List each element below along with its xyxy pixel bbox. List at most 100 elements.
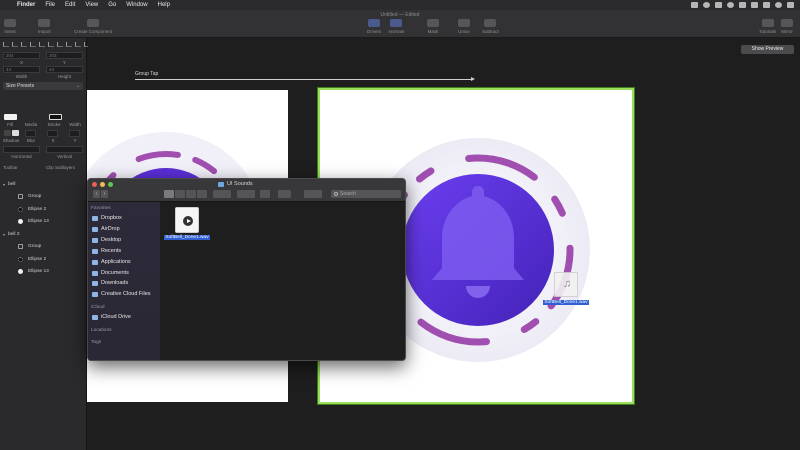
clock-status-icon[interactable]: [727, 2, 734, 8]
sidebar-item-creative-cloud[interactable]: Creative Cloud Files: [92, 289, 151, 299]
layer-row[interactable]: Ellipse 13: [0, 216, 87, 229]
share-button[interactable]: [260, 190, 270, 198]
search-input[interactable]: Search: [331, 190, 401, 198]
menu-finder[interactable]: Finder: [12, 2, 40, 8]
sidebar-item-desktop[interactable]: Desktop: [92, 235, 121, 245]
align-toolbar: [3, 42, 90, 47]
align-left-icon[interactable]: [3, 42, 9, 47]
shadow-x-field[interactable]: [47, 130, 58, 137]
forward-button[interactable]: ›: [101, 190, 108, 198]
layer-row[interactable]: Group: [0, 191, 87, 204]
group-tap-arrow: [135, 77, 475, 81]
import-icon: [38, 19, 51, 27]
align-extra-icon[interactable]: [75, 42, 81, 47]
finder-window[interactable]: UI Sounds ‹ › Search Favorites Dropbox A…: [87, 178, 406, 361]
horizontal-field[interactable]: [3, 146, 40, 153]
align-right-icon[interactable]: [21, 42, 27, 47]
align-top-icon[interactable]: [30, 42, 36, 47]
blur-field[interactable]: [25, 130, 36, 137]
disclosure-icon[interactable]: ▾: [3, 232, 5, 237]
layer-row[interactable]: Group: [0, 241, 87, 254]
tags-button[interactable]: [278, 190, 291, 198]
menu-view[interactable]: View: [80, 2, 103, 8]
toolbar-checkbox[interactable]: Toolbar: [3, 165, 40, 170]
menu-file[interactable]: File: [40, 2, 60, 8]
menu-window[interactable]: Window: [121, 2, 152, 8]
union-button[interactable]: Union: [458, 19, 470, 34]
import-button[interactable]: Import: [38, 19, 51, 34]
y-field[interactable]: 44: [46, 66, 83, 73]
search-status-icon[interactable]: [775, 2, 782, 8]
desktop-icon: [92, 237, 98, 243]
group-tap-label: Group Tap: [135, 71, 159, 77]
menu-help[interactable]: Help: [153, 2, 175, 8]
shadow-swatch[interactable]: [4, 130, 11, 136]
layer-row[interactable]: Ellipse 2: [0, 253, 87, 266]
menu-edit[interactable]: Edit: [60, 2, 80, 8]
creative-cloud-status-icon[interactable]: [703, 2, 710, 8]
sidebar-item-dropbox[interactable]: Dropbox: [92, 213, 122, 223]
create-component-button[interactable]: Create Component: [74, 19, 112, 34]
shadow-y-field[interactable]: [69, 130, 80, 137]
animate-button[interactable]: Animate: [388, 19, 405, 34]
shadow-color-swatch[interactable]: [12, 130, 19, 136]
file-name-label[interactable]: SoftBell_Done1.wav: [164, 235, 210, 241]
drivers-button[interactable]: Drivers: [367, 19, 381, 34]
group-by-button[interactable]: [213, 190, 231, 198]
height-field[interactable]: 203: [46, 52, 83, 59]
tutorials-button[interactable]: Tutorials: [759, 19, 776, 34]
fill-swatch[interactable]: [4, 114, 17, 120]
size-presets-select[interactable]: Size Presets ⌄: [3, 82, 83, 90]
finder-sidebar: Favorites Dropbox AirDrop Desktop Recent…: [88, 202, 160, 360]
width-field[interactable]: 204: [3, 52, 40, 59]
search-icon: [334, 192, 338, 196]
sidebar-item-airdrop[interactable]: AirDrop: [92, 224, 120, 234]
x-field[interactable]: 44: [3, 66, 40, 73]
zoom-window-icon[interactable]: [108, 182, 113, 187]
stroke-swatch[interactable]: [49, 114, 62, 120]
mirror-button[interactable]: Mirror: [781, 19, 793, 34]
dropbox-status-icon[interactable]: [691, 2, 698, 8]
gallery-view-button[interactable]: [197, 190, 207, 198]
insert-button[interactable]: Insert: [4, 19, 16, 34]
column-view-button[interactable]: [186, 190, 196, 198]
sidebar-item-recents[interactable]: Recents: [92, 246, 121, 256]
layer-row[interactable]: Ellipse 2: [0, 203, 87, 216]
notification-center-icon[interactable]: [787, 2, 794, 8]
minimize-window-icon[interactable]: [100, 182, 105, 187]
sidebar-item-applications[interactable]: Applications: [92, 257, 131, 267]
battery-status-icon[interactable]: [763, 2, 770, 8]
sidebar-item-documents[interactable]: Documents: [92, 268, 129, 278]
subtract-button[interactable]: Subtract: [482, 19, 499, 34]
wifi-status-icon[interactable]: [751, 2, 758, 8]
close-window-icon[interactable]: [92, 182, 97, 187]
mask-button[interactable]: Mask: [427, 19, 439, 34]
distribute-h-icon[interactable]: [57, 42, 63, 47]
sidebar-item-downloads[interactable]: Downloads: [92, 278, 128, 288]
distribute-v-icon[interactable]: [66, 42, 72, 47]
menu-go[interactable]: Go: [103, 2, 121, 8]
vertical-field[interactable]: [46, 146, 83, 153]
sidebar-item-icloud-drive[interactable]: iCloud Drive: [92, 312, 131, 322]
screen-status-icon[interactable]: [715, 2, 722, 8]
icon-view-button[interactable]: [164, 190, 174, 198]
audio-file-icon[interactable]: [175, 207, 199, 233]
list-view-button[interactable]: [175, 190, 185, 198]
dropbox-button[interactable]: [304, 190, 322, 198]
layer-row[interactable]: ▾ bell 2: [0, 228, 87, 241]
align-middle-icon[interactable]: [39, 42, 45, 47]
clip-sublayers-checkbox[interactable]: Clip Sublayers: [46, 165, 86, 170]
volume-status-icon[interactable]: [739, 2, 746, 8]
union-icon: [458, 19, 470, 27]
finder-file-area[interactable]: SoftBell_Done1.wav: [161, 202, 405, 360]
action-gear-button[interactable]: [237, 190, 255, 198]
icloud-heading: iCloud: [91, 305, 105, 310]
align-bottom-icon[interactable]: [48, 42, 54, 47]
horizontal-label: Horizontal: [11, 154, 32, 159]
back-button[interactable]: ‹: [93, 190, 100, 198]
layer-row[interactable]: Ellipse 13: [0, 266, 87, 279]
layer-row[interactable]: ▾ bell: [0, 178, 87, 191]
align-center-icon[interactable]: [12, 42, 18, 47]
show-preview-button[interactable]: Show Preview: [741, 45, 794, 54]
disclosure-icon[interactable]: ▾: [3, 182, 5, 187]
